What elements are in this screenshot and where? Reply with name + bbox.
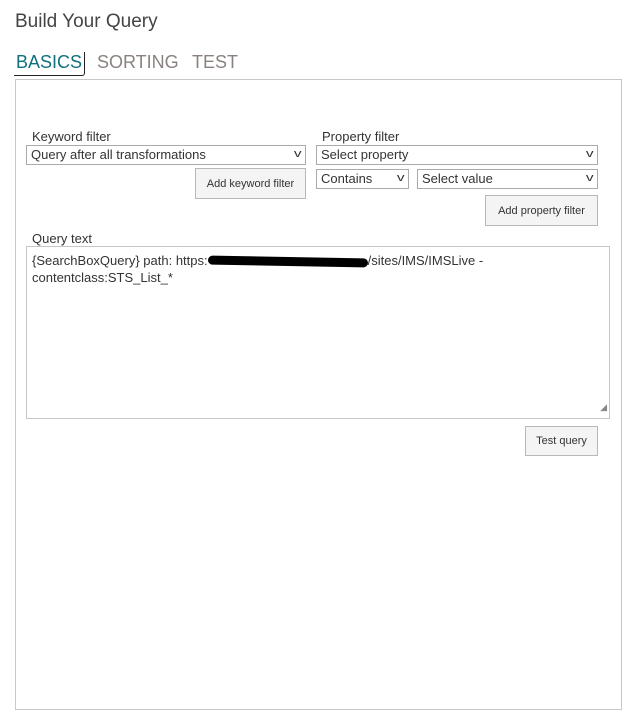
- chevron-down-icon: v: [585, 148, 594, 160]
- property-filter-label: Property filter: [322, 129, 400, 144]
- chevron-down-icon: v: [293, 148, 302, 160]
- query-text-area[interactable]: {SearchBoxQuery} path: https: /sites/IMS/…: [26, 246, 610, 419]
- tab-sorting[interactable]: SORTING: [95, 52, 181, 73]
- operator-select[interactable]: Contains v: [316, 169, 409, 189]
- value-select[interactable]: Select value v: [417, 169, 598, 189]
- property-select-value: Select property: [321, 147, 409, 162]
- keyword-filter-value: Query after all transformations: [31, 147, 206, 162]
- resize-grip-icon[interactable]: ◢: [600, 399, 607, 416]
- add-property-filter-button[interactable]: Add property filter: [485, 195, 598, 226]
- tab-basics[interactable]: BASICS: [14, 52, 86, 76]
- query-prefix: {SearchBoxQuery} path: https:: [32, 253, 208, 268]
- test-query-button[interactable]: Test query: [525, 426, 598, 456]
- query-text-label: Query text: [32, 231, 92, 246]
- keyword-filter-label: Keyword filter: [32, 129, 111, 144]
- add-keyword-filter-button[interactable]: Add keyword filter: [195, 168, 306, 199]
- property-select[interactable]: Select property v: [316, 145, 598, 165]
- chevron-down-icon: v: [585, 172, 594, 184]
- value-select-value: Select value: [422, 171, 493, 186]
- tab-test[interactable]: TEST: [190, 52, 240, 73]
- chevron-down-icon: v: [396, 172, 405, 184]
- page-title: Build Your Query: [15, 11, 158, 32]
- keyword-filter-select[interactable]: Query after all transformations v: [26, 145, 306, 165]
- query-suffix: /sites/IMS/IMSLive -: [367, 253, 484, 268]
- query-line2: contentclass:STS_List_*: [32, 270, 173, 285]
- redaction-mark: [207, 255, 368, 268]
- operator-select-value: Contains: [321, 171, 373, 186]
